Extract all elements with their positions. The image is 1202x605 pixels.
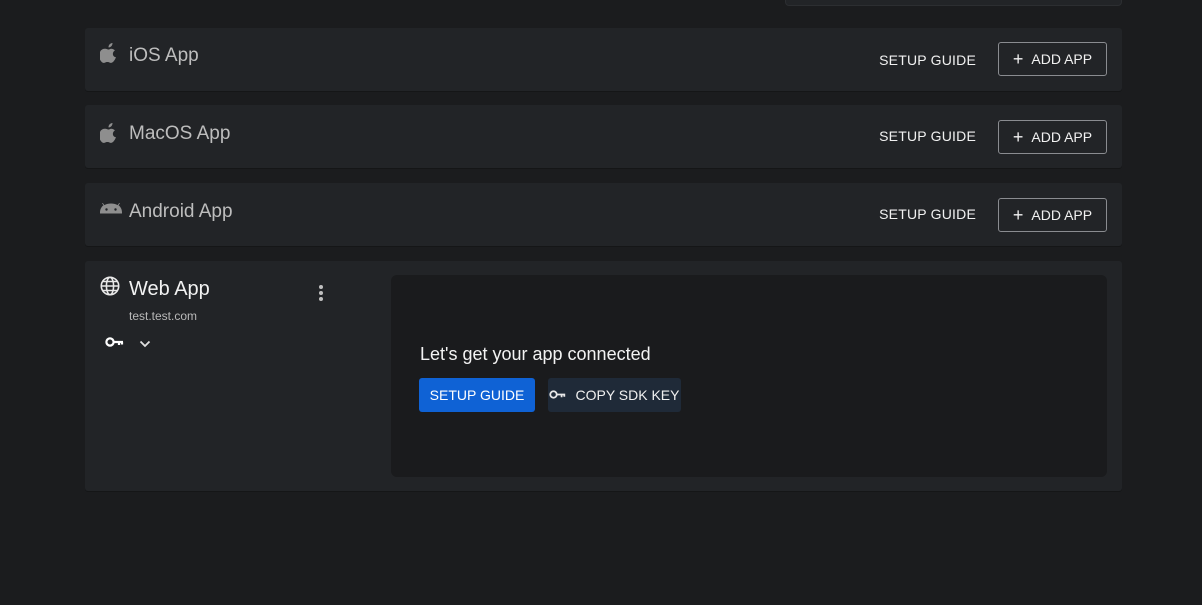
add-app-label: ADD APP (1031, 207, 1093, 223)
add-app-label: ADD APP (1031, 51, 1093, 67)
app-title: Web App (129, 278, 210, 300)
app-title: MacOS App (129, 123, 231, 144)
add-app-button[interactable]: + ADD APP (998, 42, 1107, 76)
app-title: iOS App (129, 45, 199, 66)
plus-icon: + (1012, 204, 1024, 225)
app-row-macos: MacOS App SETUP GUIDE + ADD APP (85, 105, 1122, 168)
apple-icon (99, 43, 122, 65)
setup-guide-link[interactable]: SETUP GUIDE (879, 128, 976, 144)
key-icon (549, 387, 567, 403)
panel-heading: Let's get your app connected (420, 344, 651, 364)
globe-icon (100, 276, 120, 301)
copy-sdk-key-label: COPY SDK KEY (575, 387, 680, 403)
key-dropdown[interactable] (105, 335, 159, 353)
app-row-ios: iOS App SETUP GUIDE + ADD APP (85, 28, 1122, 91)
app-row-android: Android App SETUP GUIDE + ADD APP (85, 183, 1122, 246)
apple-icon (99, 123, 122, 145)
key-icon (105, 335, 125, 353)
previous-card-edge (785, 0, 1122, 6)
android-icon (100, 203, 122, 225)
chevron-down-icon (139, 335, 151, 353)
add-app-label: ADD APP (1031, 129, 1093, 145)
app-domain: test.test.com (129, 309, 198, 323)
more-options-icon[interactable] (315, 285, 327, 303)
add-app-button[interactable]: + ADD APP (998, 120, 1107, 154)
add-app-button[interactable]: + ADD APP (998, 198, 1107, 232)
copy-sdk-key-button[interactable]: COPY SDK KEY (548, 378, 681, 412)
setup-guide-link[interactable]: SETUP GUIDE (879, 52, 976, 68)
connect-panel: Let's get your app connected SETUP GUIDE… (391, 275, 1107, 477)
app-title: Android App (129, 201, 233, 222)
setup-guide-button[interactable]: SETUP GUIDE (419, 378, 535, 412)
setup-guide-link[interactable]: SETUP GUIDE (879, 206, 976, 222)
plus-icon: + (1012, 48, 1024, 69)
app-card-web: Web App test.test.com Let's get your app… (85, 261, 1122, 491)
plus-icon: + (1012, 126, 1024, 147)
